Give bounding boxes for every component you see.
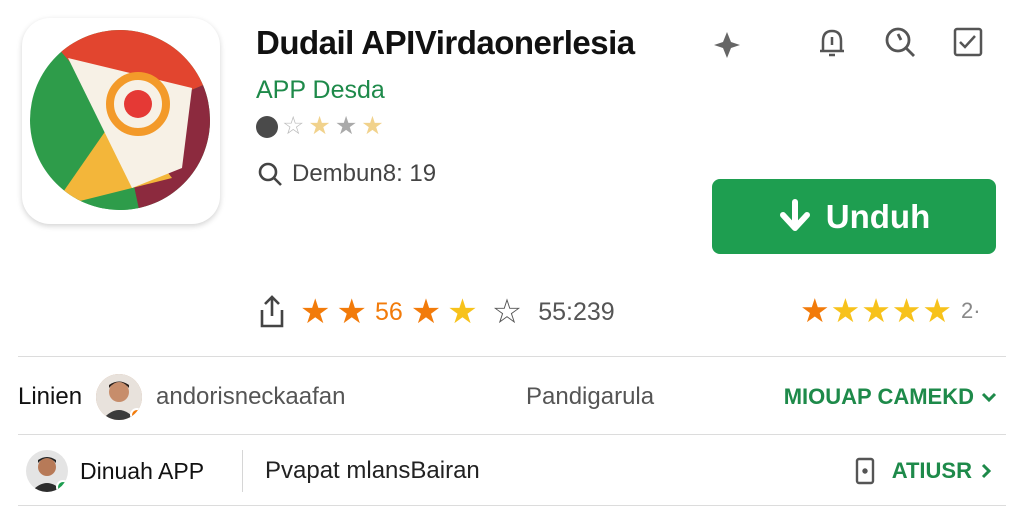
chevron-right-icon	[981, 463, 992, 479]
star-icon: ★	[830, 292, 861, 329]
app-title: Dudail APIVirdaonerlesia	[256, 24, 635, 61]
row-label: Linien	[18, 383, 83, 410]
developer-link[interactable]: APP Desda	[256, 76, 385, 105]
star-icon: ★	[410, 293, 442, 331]
install-label: Unduh	[825, 197, 931, 235]
username[interactable]: andorisneckaafan	[156, 383, 456, 411]
search-icon[interactable]	[882, 24, 918, 60]
divider	[18, 356, 1006, 357]
version-text: Dembun8: 19	[292, 160, 437, 187]
download-icon	[779, 198, 810, 231]
star-icon: ★	[447, 293, 478, 331]
info-row: Linien andorisneckaafan Pandigarula MIOU…	[18, 370, 1006, 424]
star-icon: ★	[336, 293, 367, 331]
row-middle-text: Pandigarula	[526, 383, 655, 410]
more-action-button[interactable]: ATIUSR	[854, 457, 994, 485]
rating-value: 56	[374, 297, 403, 326]
install-button[interactable]: Unduh	[712, 179, 996, 254]
avatar[interactable]	[26, 450, 68, 492]
stats-row: ★ ★ 56 ★ ★ ☆ 55:239	[256, 294, 615, 330]
notification-icon[interactable]	[814, 24, 850, 60]
info-row: Dinuah APP Pvapat mlansBairan ATIUSR	[18, 446, 1006, 496]
star-icon: ★	[861, 292, 891, 329]
checklist-icon[interactable]	[950, 24, 986, 60]
action-label: ATIUSR	[891, 458, 972, 483]
pin-icon[interactable]	[710, 28, 744, 62]
action-label: MIOUAP CAMEKD	[783, 384, 974, 409]
star-outline-icon[interactable]: ☆	[492, 295, 522, 329]
star-icon: ★	[308, 112, 331, 140]
row-label: Dinuah APP	[80, 457, 205, 484]
chevron-down-icon	[981, 392, 997, 403]
avatar[interactable]	[96, 374, 142, 420]
review-count: 55:239	[538, 297, 615, 326]
badge-icon	[130, 408, 142, 420]
share-icon[interactable]	[256, 294, 288, 330]
star-icon: ★	[891, 292, 922, 329]
divider	[18, 505, 1006, 506]
star-icon: ★	[800, 292, 830, 329]
rating-stars-summary: ★ ★ ★ ★ ★ 2·	[800, 294, 981, 327]
rating-stars: ☆ ★ ★ ★	[256, 114, 384, 139]
phone-icon	[855, 457, 874, 485]
version-info: Dembun8: 19	[256, 160, 436, 188]
star-icon: ★	[300, 293, 331, 331]
star-icon: ★	[922, 292, 952, 329]
divider	[18, 434, 1006, 435]
rating-extra: 2·	[960, 297, 981, 323]
row-middle-text: Pvapat mlansBairan	[265, 457, 480, 484]
vertical-divider	[242, 450, 243, 492]
star-icon: ★	[361, 112, 384, 140]
star-icon: ☆	[282, 112, 305, 140]
more-action-button[interactable]: MIOUAP CAMEKD	[784, 384, 998, 410]
avatar-icon	[256, 115, 278, 138]
badge-icon	[56, 480, 68, 492]
app-icon	[22, 18, 220, 224]
star-icon: ★	[334, 112, 358, 140]
search-icon	[258, 162, 282, 186]
